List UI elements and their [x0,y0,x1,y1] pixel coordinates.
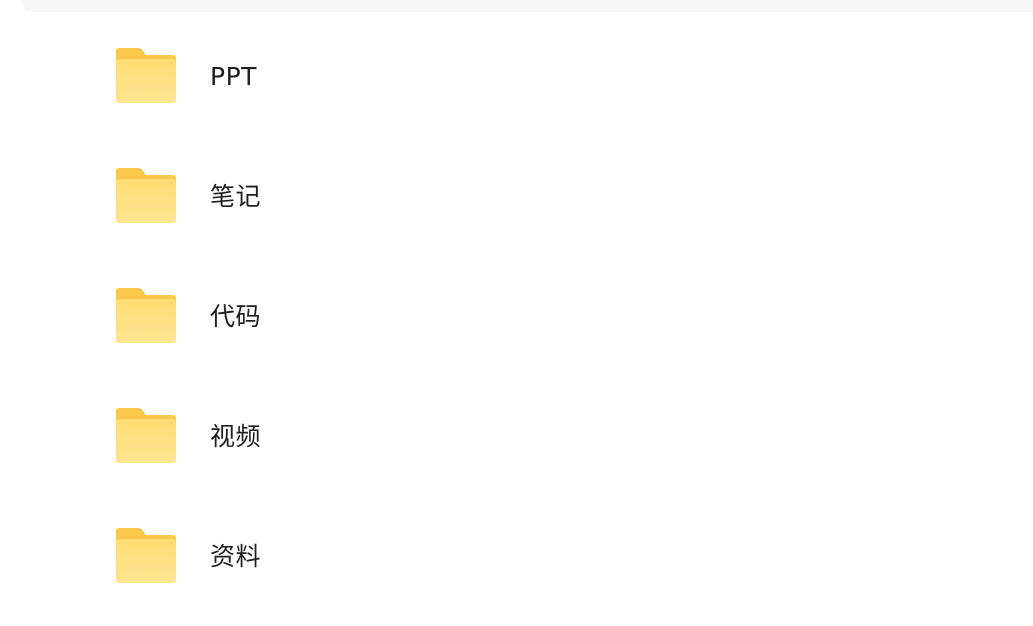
folder-icon [110,525,180,589]
folder-label: 资料 [210,542,262,571]
folder-icon [110,405,180,469]
folder-item-notes[interactable]: 笔记 [110,165,530,229]
folder-icon [110,165,180,229]
folder-item-code[interactable]: 代码 [110,285,530,349]
folder-label: 视频 [210,422,262,451]
folder-item-ppt[interactable]: PPT [110,45,530,109]
folder-item-materials[interactable]: 资料 [110,525,530,589]
folder-icon [110,285,180,349]
folder-list: PPT 笔记 代码 视频 资料 [0,0,1033,626]
folder-label: 代码 [210,302,262,331]
folder-icon [110,45,180,109]
folder-label: 笔记 [210,182,262,211]
folder-label: PPT [210,62,257,91]
folder-item-video[interactable]: 视频 [110,405,530,469]
